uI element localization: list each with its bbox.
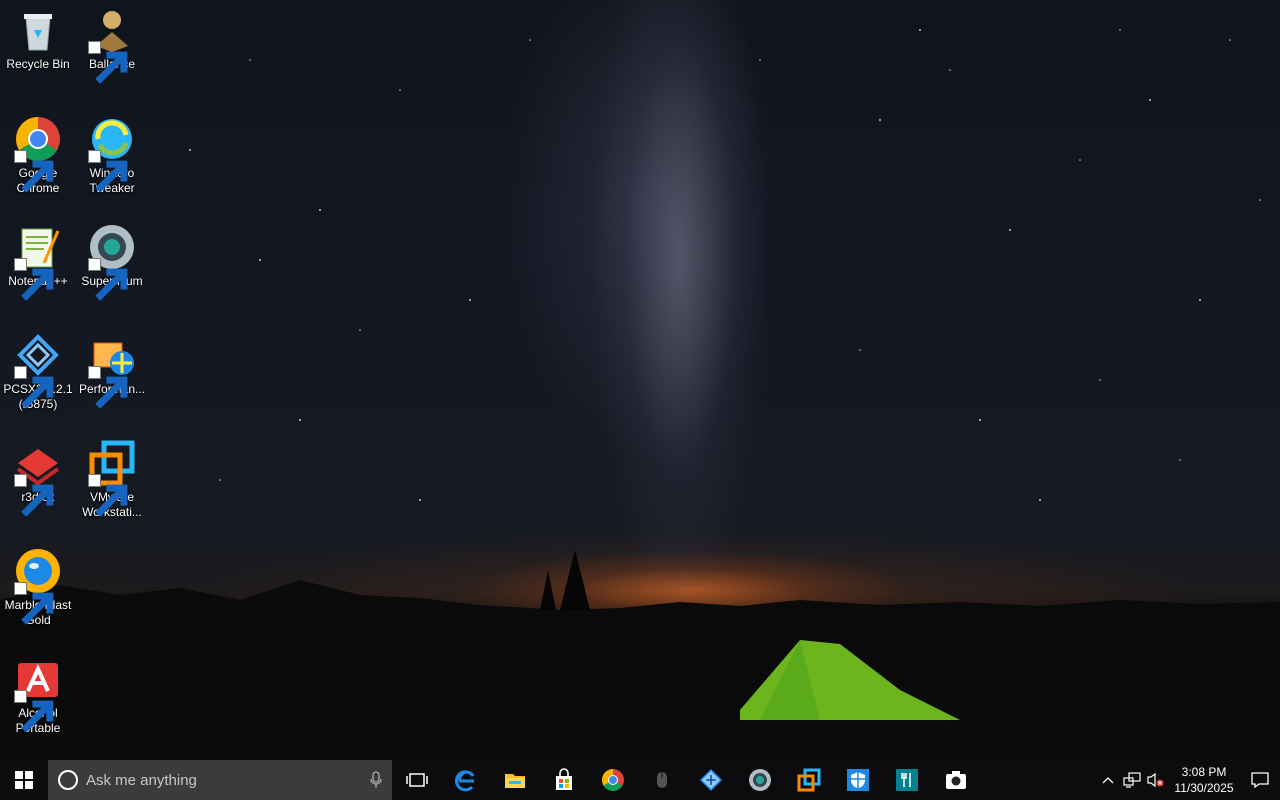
taskbar-vmware-button[interactable] xyxy=(784,760,833,800)
taskbar-chrome-button[interactable] xyxy=(588,760,637,800)
desktop-icon-ballance[interactable]: Ballance xyxy=(74,6,150,84)
shortcut-arrow-icon xyxy=(14,474,54,517)
microphone-icon[interactable] xyxy=(370,771,382,789)
taskbar-store-button[interactable] xyxy=(539,760,588,800)
shortcut-arrow-icon xyxy=(14,366,54,409)
task-view-button[interactable] xyxy=(392,760,441,800)
desktop-icon-vmware-workstation[interactable]: VMware Workstati... xyxy=(74,439,150,520)
taskbar-security-button[interactable] xyxy=(833,760,882,800)
clock-date: 11/30/2025 xyxy=(1174,781,1234,795)
taskbar-mouse-app-button[interactable] xyxy=(637,760,686,800)
cortana-search-box[interactable]: Ask me anything xyxy=(48,760,392,800)
shortcut-arrow-icon xyxy=(88,474,128,517)
desktop-icon-r3dfox[interactable]: r3dfox xyxy=(0,439,76,517)
system-tray: 3:08 PM 11/30/2025 xyxy=(1096,760,1280,800)
network-icon xyxy=(1123,772,1141,788)
start-button[interactable] xyxy=(0,760,48,800)
desktop-icon-supermium[interactable]: Supermium xyxy=(74,223,150,301)
shortcut-arrow-icon xyxy=(14,582,54,625)
cortana-icon xyxy=(58,770,78,790)
mouse-icon xyxy=(656,772,667,788)
search-placeholder: Ask me anything xyxy=(86,771,197,789)
network-status-button[interactable] xyxy=(1120,760,1144,800)
camera-icon xyxy=(945,771,966,789)
restaurant-app-icon xyxy=(895,769,918,791)
volume-muted-icon xyxy=(1147,772,1164,788)
taskbar-file-explorer-button[interactable] xyxy=(490,760,539,800)
supermium-icon xyxy=(748,769,771,791)
taskbar: Ask me anything 3:08 PM 11/30/2025 xyxy=(0,760,1280,800)
taskbar-supermium-button[interactable] xyxy=(735,760,784,800)
security-shield-icon xyxy=(846,769,869,791)
file-explorer-icon xyxy=(504,774,525,788)
desktop-icon-google-chrome[interactable]: Google Chrome xyxy=(0,115,76,196)
taskbar-clock[interactable]: 3:08 PM 11/30/2025 xyxy=(1168,764,1240,796)
desktop-icon-performance[interactable]: Performan... xyxy=(74,331,150,409)
recycle-bin-icon xyxy=(24,14,52,51)
chrome-icon xyxy=(601,769,624,791)
taskbar-network-app-button[interactable] xyxy=(686,760,735,800)
clock-time: 3:08 PM xyxy=(1181,765,1227,779)
desktop-icon-recycle-bin[interactable]: Recycle Bin xyxy=(0,6,76,72)
mountain-silhouette xyxy=(0,550,1280,760)
chevron-up-icon xyxy=(1102,777,1114,784)
shortcut-arrow-icon xyxy=(14,150,54,193)
action-center-button[interactable] xyxy=(1240,760,1280,800)
volume-button[interactable] xyxy=(1144,760,1168,800)
edge-icon xyxy=(454,770,474,792)
desktop-wallpaper xyxy=(0,0,1280,760)
desktop-icon-winaero-tweaker[interactable]: Winaero Tweaker xyxy=(74,115,150,196)
shortcut-arrow-icon xyxy=(88,41,128,84)
desktop-icon-alcohol-portable[interactable]: Alcohol Portable xyxy=(0,655,76,736)
show-hidden-icons-button[interactable] xyxy=(1096,760,1120,800)
store-icon xyxy=(555,768,572,790)
shortcut-arrow-icon xyxy=(14,258,54,301)
desktop-icon-pcsx2[interactable]: PCSX2 1.2.1 (r5875) xyxy=(0,331,76,412)
shortcut-arrow-icon xyxy=(88,258,128,301)
taskbar-restaurant-app-button[interactable] xyxy=(882,760,931,800)
desktop-icon-label: Recycle Bin xyxy=(6,57,70,71)
desktop-icon-notepad-plus-plus[interactable]: Notepad++ xyxy=(0,223,76,301)
shortcut-arrow-icon xyxy=(88,366,128,409)
task-view-icon xyxy=(405,773,428,787)
desktop-icon-marble-blast-gold[interactable]: Marble Blast Gold xyxy=(0,547,76,628)
shortcut-arrow-icon xyxy=(88,150,128,193)
windows-logo-icon xyxy=(15,771,33,789)
taskbar-edge-button[interactable] xyxy=(441,760,490,800)
notification-icon xyxy=(1251,772,1269,788)
network-app-icon xyxy=(699,768,722,792)
taskbar-camera-button[interactable] xyxy=(931,760,980,800)
shortcut-arrow-icon xyxy=(14,690,54,733)
vmware-icon xyxy=(797,768,820,792)
